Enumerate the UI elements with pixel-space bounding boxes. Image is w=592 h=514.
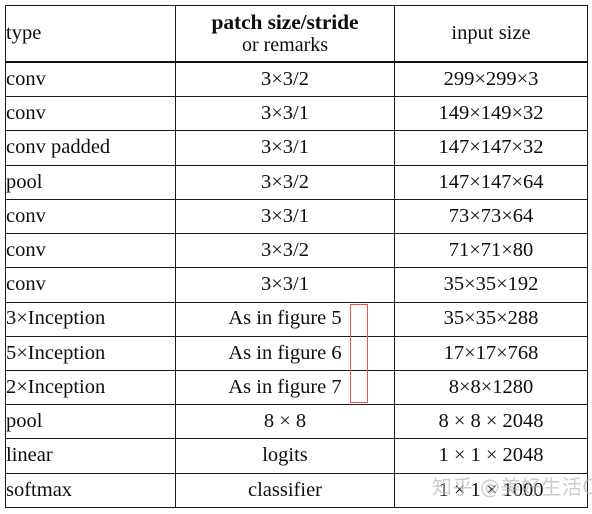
cell-patch-size: 3×3/2: [175, 233, 395, 269]
cell-input-size: 71×71×80: [394, 233, 588, 269]
table-row: 3×Inception As in figure 5 35×35×288: [5, 301, 588, 337]
cell-layer-type: conv: [5, 61, 176, 98]
cell-patch-size: 3×3/1: [175, 130, 395, 166]
table-row: 2×Inception As in figure 7 8×8×1280: [5, 369, 588, 406]
cell-patch-size: 3×3/2: [175, 164, 395, 200]
cell-patch-size: As in figure 6: [175, 335, 395, 371]
cell-patch-size: 3×3/1: [175, 198, 395, 235]
column-header-patch-size: patch size/stride or remarks: [175, 5, 395, 63]
table-row: conv padded 3×3/1 147×147×32: [5, 130, 588, 166]
cell-layer-type: 3×Inception: [5, 301, 176, 337]
cell-patch-size: classifier: [175, 472, 395, 509]
cell-layer-type: 2×Inception: [5, 369, 176, 406]
column-header-patch-size-line1: patch size/stride: [211, 10, 359, 35]
table-row: conv 3×3/2 299×299×3: [5, 61, 588, 98]
column-header-type: type: [5, 5, 176, 63]
cell-input-size: 299×299×3: [394, 61, 588, 98]
cell-layer-type: conv: [5, 267, 176, 303]
cell-input-size: 73×73×64: [394, 198, 588, 235]
table-row: softmax classifier 1 × 1 × 1000: [5, 472, 588, 509]
cell-input-size: 149×149×32: [394, 96, 588, 132]
cell-layer-type: 5×Inception: [5, 335, 176, 371]
table-row: conv 3×3/1 73×73×64: [5, 198, 588, 235]
cell-patch-size: 3×3/2: [175, 61, 395, 98]
cell-input-size: 35×35×192: [394, 267, 588, 303]
architecture-table: type patch size/stride or remarks input …: [5, 5, 588, 509]
table-body: conv 3×3/2 299×299×3 conv 3×3/1 149×149×32 con…: [5, 61, 588, 509]
cell-patch-size: As in figure 7: [175, 369, 395, 406]
table-header-row: type patch size/stride or remarks input …: [5, 5, 588, 63]
cell-layer-type: conv: [5, 233, 176, 269]
cell-input-size: 35×35×288: [394, 301, 588, 337]
cell-input-size: 17×17×768: [394, 335, 588, 371]
cell-input-size: 1 × 1 × 1000: [394, 472, 588, 509]
cell-layer-type: conv padded: [5, 130, 176, 166]
cell-layer-type: conv: [5, 198, 176, 235]
cell-layer-type: pool: [5, 164, 176, 200]
table-row: pool 3×3/2 147×147×64: [5, 164, 588, 200]
cell-patch-size: 8 × 8: [175, 404, 395, 440]
table-row: pool 8 × 88 × 8 × 2048: [5, 404, 588, 440]
cell-input-size: 8×8×1280: [394, 369, 588, 406]
cell-input-size: 8 × 8 × 2048: [394, 404, 588, 440]
cell-patch-size: 3×3/1: [175, 267, 395, 303]
cell-layer-type: conv: [5, 96, 176, 132]
architecture-table-container: type patch size/stride or remarks input …: [5, 5, 588, 509]
cell-patch-size: logits: [175, 438, 395, 474]
column-header-input-size: input size: [394, 5, 588, 63]
cell-input-size: 1 × 1 × 2048: [394, 438, 588, 474]
cell-input-size: 147×147×32: [394, 130, 588, 166]
cell-layer-type: pool: [5, 404, 176, 440]
table-row: linear logits 1 × 1 × 2048: [5, 438, 588, 474]
table-row: conv 3×3/1 149×149×32: [5, 96, 588, 132]
table-row: conv 3×3/1 35×35×192: [5, 267, 588, 303]
cell-patch-size: 3×3/1: [175, 96, 395, 132]
cell-layer-type: softmax: [5, 472, 176, 509]
table-row: 5×Inception As in figure 6 17×17×768: [5, 335, 588, 371]
cell-input-size: 147×147×64: [394, 164, 588, 200]
cell-patch-size: As in figure 5: [175, 301, 395, 337]
column-header-patch-size-line2: or remarks: [241, 33, 329, 56]
cell-layer-type: linear: [5, 438, 176, 474]
table-row: conv 3×3/2 71×71×80: [5, 233, 588, 269]
